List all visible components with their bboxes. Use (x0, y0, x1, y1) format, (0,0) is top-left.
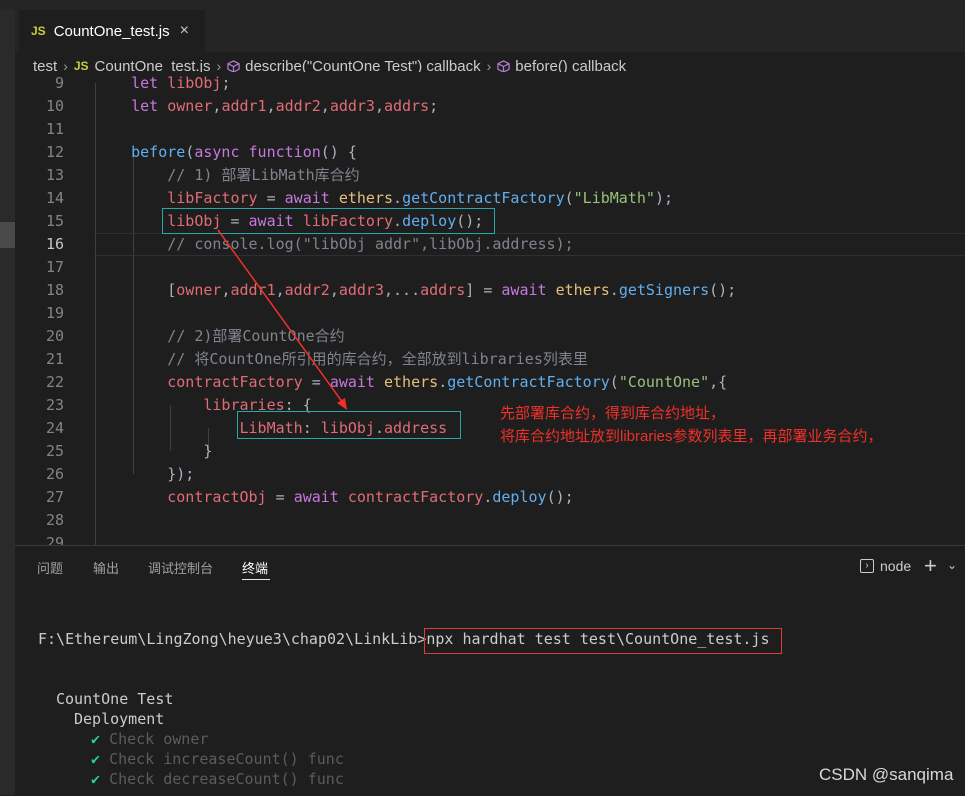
check-icon: ✔ (91, 750, 101, 768)
test-name: Check owner (109, 730, 209, 748)
annotation-line: 将库合约地址放到libraries参数列表里，再部署业务合约， (500, 428, 883, 445)
arrow-annotation (217, 229, 347, 410)
symbol-method-icon (227, 59, 240, 73)
tab-terminal[interactable]: 终端 (242, 558, 268, 577)
terminal-icon: › (860, 559, 874, 573)
check-icon: ✔ (91, 730, 101, 748)
active-tab-indicator (242, 579, 270, 580)
tab-output[interactable]: 输出 (93, 558, 119, 577)
test-result-row: ✔ Check decreaseCount() func (91, 769, 344, 789)
activity-bar (0, 10, 15, 795)
js-file-icon: JS (73, 59, 89, 73)
command-highlight-box (424, 628, 782, 654)
js-file-icon: JS (31, 24, 46, 38)
tab-problems[interactable]: 问题 (37, 558, 63, 577)
bottom-panel: 问题 输出 调试控制台 终端 › node + ⌄ F:\Ethereum\Li… (15, 545, 965, 796)
test-suite-name: CountOne Test (56, 690, 174, 708)
csdn-watermark: CSDN @sanqima (819, 765, 954, 784)
tab-countone-test[interactable]: JS CountOne_test.js × (19, 10, 205, 52)
add-terminal-icon[interactable]: + (924, 553, 937, 579)
code-editor[interactable]: 9 let libObj; 10 let owner,addr1,addr2,a… (15, 72, 965, 545)
test-result-row: ✔ Check owner (91, 729, 208, 749)
title-strip (0, 0, 965, 10)
shell-name: node (880, 558, 912, 574)
annotation-note: 先部署库合约，得到库合约地址， 将库合约地址放到libraries参数列表里，再… (500, 402, 883, 448)
terminal-prompt: F:\Ethereum\LingZong\heyue3\chap02\LinkL… (38, 630, 427, 648)
chevron-down-icon[interactable]: ⌄ (947, 558, 957, 572)
test-group-name: Deployment (74, 710, 165, 728)
editor-tab-bar: JS CountOne_test.js × (15, 10, 965, 52)
symbol-method-icon (497, 59, 510, 73)
terminal-shell-selector[interactable]: › node (860, 558, 911, 574)
check-icon: ✔ (91, 770, 101, 788)
test-result-row: ✔ Check increaseCount() func (91, 749, 344, 769)
close-icon[interactable]: × (180, 22, 189, 40)
test-name: Check decreaseCount() func (109, 770, 344, 788)
tab-debug-console[interactable]: 调试控制台 (148, 558, 213, 577)
activity-marker (0, 222, 15, 248)
tab-filename: CountOne_test.js (53, 22, 170, 40)
test-name: Check increaseCount() func (109, 750, 344, 768)
annotation-line: 先部署库合约，得到库合约地址， (500, 405, 726, 422)
